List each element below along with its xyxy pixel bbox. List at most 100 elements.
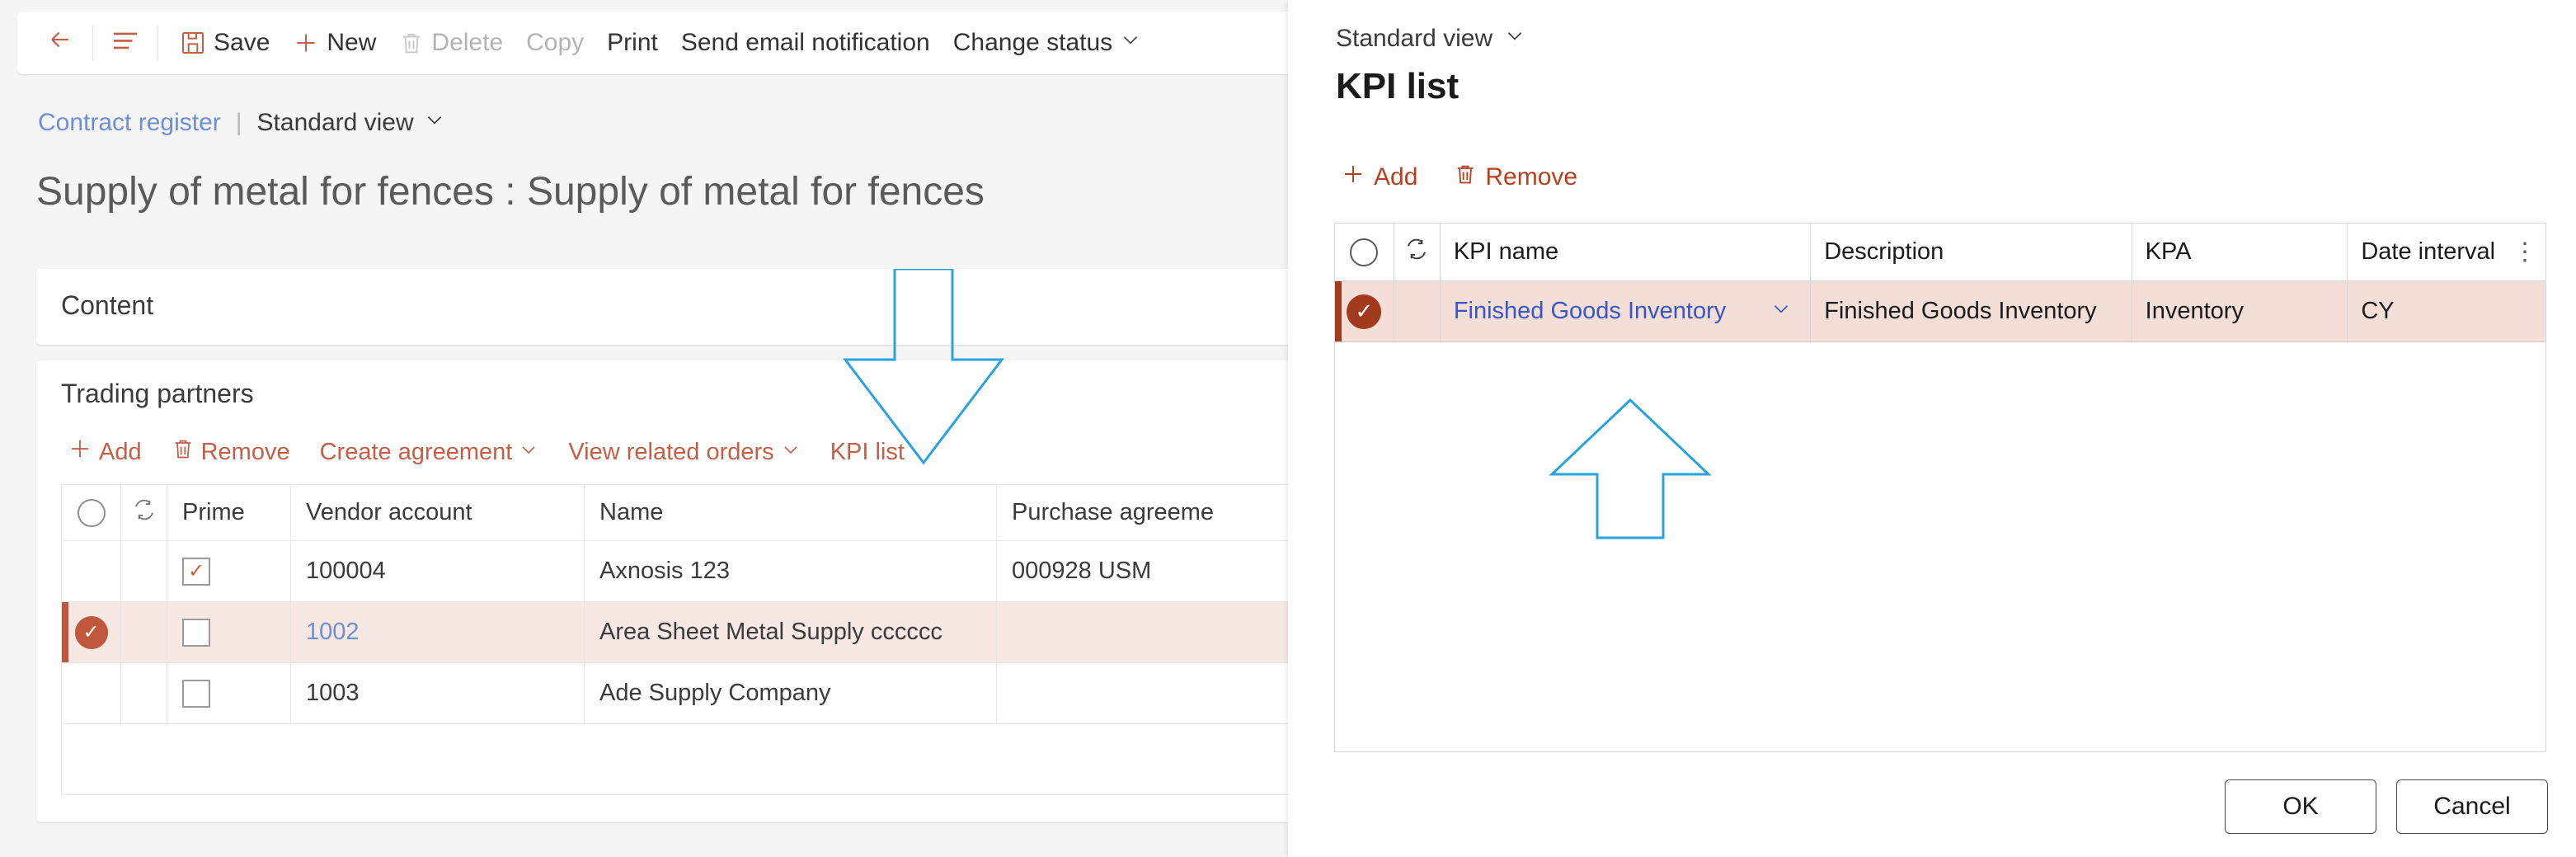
vendor-account-cell[interactable]: 1003 — [291, 663, 585, 723]
grid-header-row: Prime Vendor account Name Purchase agree… — [62, 485, 1288, 541]
ok-button[interactable]: OK — [2225, 779, 2376, 834]
column-header-prime[interactable]: Prime — [167, 485, 291, 540]
column-header-purchase-agreement[interactable]: Purchase agreeme — [997, 485, 1288, 540]
checkbox-unchecked-icon[interactable] — [182, 679, 210, 708]
view-related-orders-button[interactable]: View related orders — [553, 434, 815, 471]
copy-label: Copy — [526, 29, 585, 56]
plus-icon — [68, 436, 92, 468]
kpi-column-header-kpa[interactable]: KPA — [2132, 224, 2348, 280]
save-button[interactable]: Save — [168, 24, 281, 62]
plus-icon — [293, 30, 319, 56]
send-email-notification-button[interactable]: Send email notification — [670, 24, 942, 62]
delete-button[interactable]: Delete — [388, 24, 515, 62]
column-header-vendor-account[interactable]: Vendor account — [291, 485, 585, 540]
chevron-down-icon — [1120, 29, 1141, 57]
dialog-remove-label: Remove — [1485, 163, 1578, 191]
breadcrumb-contract-register-link[interactable]: Contract register — [38, 109, 221, 137]
print-button[interactable]: Print — [595, 24, 670, 62]
prime-checkbox-cell[interactable] — [167, 602, 291, 662]
kpi-description-cell: Finished Goods Inventory — [1811, 281, 2132, 341]
prime-checkbox-cell[interactable] — [167, 663, 291, 723]
chevron-down-icon — [781, 439, 801, 466]
send-email-notification-label: Send email notification — [680, 29, 930, 56]
save-disk-icon — [180, 30, 206, 56]
cancel-button[interactable]: Cancel — [2396, 779, 2548, 834]
trading-add-button[interactable]: Add — [53, 431, 157, 473]
vendor-account-cell[interactable]: 1002 — [291, 602, 585, 662]
table-row[interactable]: 1003 Ade Supply Company — [62, 663, 1288, 724]
row-select[interactable] — [62, 541, 121, 601]
row-indicator — [121, 602, 167, 662]
table-row[interactable]: ✓ 100004 Axnosis 123 000928 USM — [62, 541, 1288, 602]
plus-icon — [1341, 162, 1366, 193]
refresh-icon — [132, 497, 157, 529]
kpi-column-header-date-interval[interactable]: Date interval ⋮ — [2348, 224, 2545, 280]
row-indicator — [121, 663, 167, 723]
page-title: Supply of metal for fences : Supply of m… — [36, 170, 985, 214]
vendor-name-cell: Axnosis 123 — [585, 541, 997, 601]
kpi-list-label: KPI list — [830, 438, 905, 465]
purchase-agreement-cell — [997, 663, 1288, 723]
dialog-footer: OK Cancel — [2225, 779, 2548, 834]
kpi-select-all-header[interactable] — [1335, 224, 1394, 280]
kpi-table-row[interactable]: ✓ Finished Goods Inventory Finished Good… — [1335, 281, 2545, 342]
content-section-title: Content — [61, 290, 154, 320]
trading-partners-grid: Prime Vendor account Name Purchase agree… — [61, 484, 1288, 795]
trading-add-label: Add — [99, 438, 142, 465]
checkbox-unchecked-icon[interactable] — [182, 618, 210, 647]
dialog-add-button[interactable]: Add — [1323, 157, 1436, 198]
trading-partners-title: Trading partners — [61, 379, 254, 408]
dialog-toolbar: Add Remove — [1323, 157, 1596, 198]
column-options-kebab-icon[interactable]: ⋮ — [2513, 238, 2545, 266]
create-agreement-label: Create agreement — [319, 438, 513, 465]
toolbar-divider-2 — [157, 26, 158, 60]
kpi-list-button[interactable]: KPI list — [816, 434, 919, 471]
select-all-circle-icon — [1350, 238, 1379, 266]
content-section[interactable]: Content — [36, 269, 1288, 345]
kpi-column-header-kpi-name-label: KPI name — [1453, 238, 1559, 265]
show-menu-button[interactable] — [103, 22, 148, 64]
change-status-label: Change status — [952, 29, 1113, 56]
select-all-circle-icon — [77, 498, 106, 527]
main-content-area: Save New Delete Copy Print Send email no… — [0, 0, 1288, 857]
create-agreement-button[interactable]: Create agreement — [305, 434, 554, 471]
save-label: Save — [214, 29, 270, 56]
prime-checkbox-cell[interactable]: ✓ — [167, 541, 291, 601]
kpi-row-select[interactable]: ✓ — [1335, 281, 1394, 341]
chevron-down-icon — [1504, 25, 1525, 53]
new-button[interactable]: New — [281, 24, 388, 62]
back-arrow-icon — [46, 26, 74, 60]
change-status-button[interactable]: Change status — [942, 24, 1153, 62]
column-header-name[interactable]: Name — [585, 485, 997, 540]
kpi-grid: KPI name Description KPA Date interval ⋮… — [1334, 223, 2546, 752]
trash-icon — [399, 30, 424, 56]
row-select[interactable]: ✓ — [62, 602, 121, 662]
purchase-agreement-cell — [997, 602, 1288, 662]
row-select[interactable] — [62, 663, 121, 723]
trading-remove-button[interactable]: Remove — [157, 431, 305, 473]
breadcrumb-view-selector[interactable]: Standard view — [257, 109, 445, 137]
row-indicator — [121, 541, 167, 601]
dialog-remove-button[interactable]: Remove — [1436, 157, 1596, 198]
delete-label: Delete — [431, 29, 504, 56]
vendor-account-cell[interactable]: 100004 — [291, 541, 585, 601]
dialog-title: KPI list — [1336, 66, 1460, 106]
kpi-date-interval-cell: CY — [2361, 298, 2395, 324]
chevron-down-icon[interactable] — [1770, 298, 1792, 326]
kpi-column-header-description[interactable]: Description — [1811, 224, 2132, 280]
kpi-name-cell[interactable]: Finished Goods Inventory — [1441, 281, 1812, 341]
copy-button[interactable]: Copy — [515, 24, 595, 62]
vendor-name-cell: Ade Supply Company — [585, 663, 997, 723]
kpi-refresh-header[interactable] — [1394, 224, 1441, 280]
kpi-kpa-cell: Inventory — [2132, 281, 2348, 341]
chevron-down-icon — [424, 109, 445, 137]
refresh-header[interactable] — [121, 485, 167, 540]
row-selected-check-icon: ✓ — [74, 615, 108, 649]
vendor-name-cell: Area Sheet Metal Supply cccccc — [585, 602, 997, 662]
checkbox-checked-icon[interactable]: ✓ — [182, 557, 210, 586]
dialog-view-selector[interactable]: Standard view — [1336, 25, 1525, 53]
table-row[interactable]: ✓ 1002 Area Sheet Metal Supply cccccc — [62, 602, 1288, 663]
select-all-header[interactable] — [62, 485, 121, 540]
back-button[interactable] — [38, 21, 82, 65]
kpi-column-header-kpi-name[interactable]: KPI name — [1441, 224, 1812, 280]
